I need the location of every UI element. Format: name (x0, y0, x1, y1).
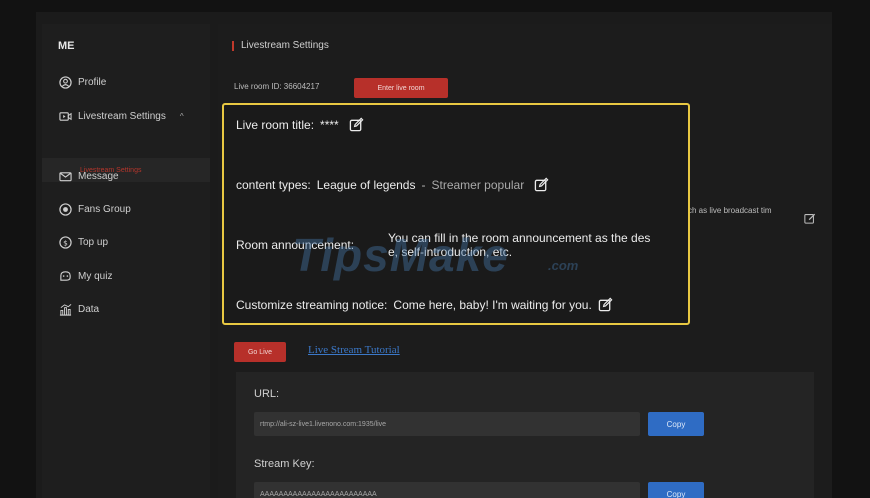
svg-text:$: $ (63, 238, 68, 247)
enter-live-room-button[interactable]: Enter live room (354, 78, 448, 98)
room-title-label: Live room title: (236, 117, 315, 132)
stream-key-field[interactable]: AAAAAAAAAAAAAAAAAAAAAAAAA (254, 482, 640, 498)
sidebar-item-label: Top up (78, 236, 109, 248)
sidebar-item-label: Data (78, 303, 100, 315)
sidebar: ME Profile Livestream Settings ^ Livestr… (42, 24, 210, 498)
streaming-notice-value: Come here, baby! I'm waiting for you. (393, 297, 592, 312)
sidebar-item-label: Livestream Settings (78, 110, 166, 122)
stream-key-label: Stream Key: (254, 458, 315, 470)
sidebar-item-message[interactable]: Message (58, 166, 119, 186)
room-title-value: **** (320, 117, 339, 132)
page-title-text: Livestream Settings (241, 40, 329, 51)
page-title: Livestream Settings (232, 40, 329, 51)
sidebar-item-top-up[interactable]: $ Top up (58, 232, 108, 252)
live-room-id: Live room ID: 36604217 (234, 82, 320, 91)
sidebar-item-livestream-settings[interactable]: Livestream Settings ^ (58, 106, 184, 126)
streaming-notice-row: Customize streaming notice: Come here, b… (236, 297, 613, 312)
url-field[interactable]: rtmp://ali-sz-live1.livenono.com:1935/li… (254, 412, 640, 436)
edit-icon[interactable] (349, 117, 364, 132)
video-icon (58, 109, 72, 123)
stream-config-panel: URL: rtmp://ali-sz-live1.livenono.com:19… (236, 372, 814, 498)
background-announcement-text: ch as live broadcast tim (688, 206, 772, 215)
title-accent-bar (232, 40, 234, 51)
chart-icon (58, 302, 72, 316)
edit-icon[interactable] (534, 177, 549, 192)
sidebar-item-data[interactable]: Data (58, 299, 99, 319)
sidebar-item-label: Profile (78, 76, 107, 88)
content-type-value: League of legends (316, 177, 416, 192)
chevron-up-icon: ^ (179, 111, 184, 121)
room-title-row: Live room title: **** (236, 117, 364, 132)
fans-icon (58, 202, 72, 216)
url-label: URL: (254, 388, 280, 400)
live-stream-tutorial-link[interactable]: Live Stream Tutorial (308, 344, 400, 356)
watermark-suffix: .com (548, 258, 579, 273)
sidebar-item-my-quiz[interactable]: My quiz (58, 266, 112, 286)
edit-icon[interactable] (804, 212, 816, 224)
content-type-label: content types: (236, 177, 311, 192)
content-type-separator: - (421, 177, 426, 192)
mail-icon (58, 169, 72, 183)
sidebar-item-fans-group[interactable]: Fans Group (58, 199, 131, 219)
sidebar-item-label: Message (78, 170, 119, 182)
go-live-button[interactable]: Go Live (234, 342, 286, 362)
watermark-logo: TipsMake (292, 229, 509, 281)
quiz-icon (58, 269, 72, 283)
edit-icon[interactable] (598, 297, 613, 312)
sidebar-title: ME (58, 40, 75, 52)
copy-stream-key-button[interactable]: Copy (648, 482, 704, 498)
sidebar-item-label: Fans Group (78, 203, 131, 215)
content-type-subvalue: Streamer popular (431, 177, 525, 192)
user-circle-icon (58, 75, 72, 89)
coin-icon: $ (58, 235, 72, 249)
streaming-notice-label: Customize streaming notice: (236, 297, 388, 312)
sidebar-item-label: My quiz (78, 270, 113, 282)
copy-url-button[interactable]: Copy (648, 412, 704, 436)
content-type-row: content types: League of legends - Strea… (236, 177, 549, 192)
room-info-highlight: Live room title: **** content types: Lea… (222, 103, 690, 325)
sidebar-item-profile[interactable]: Profile (58, 72, 106, 92)
